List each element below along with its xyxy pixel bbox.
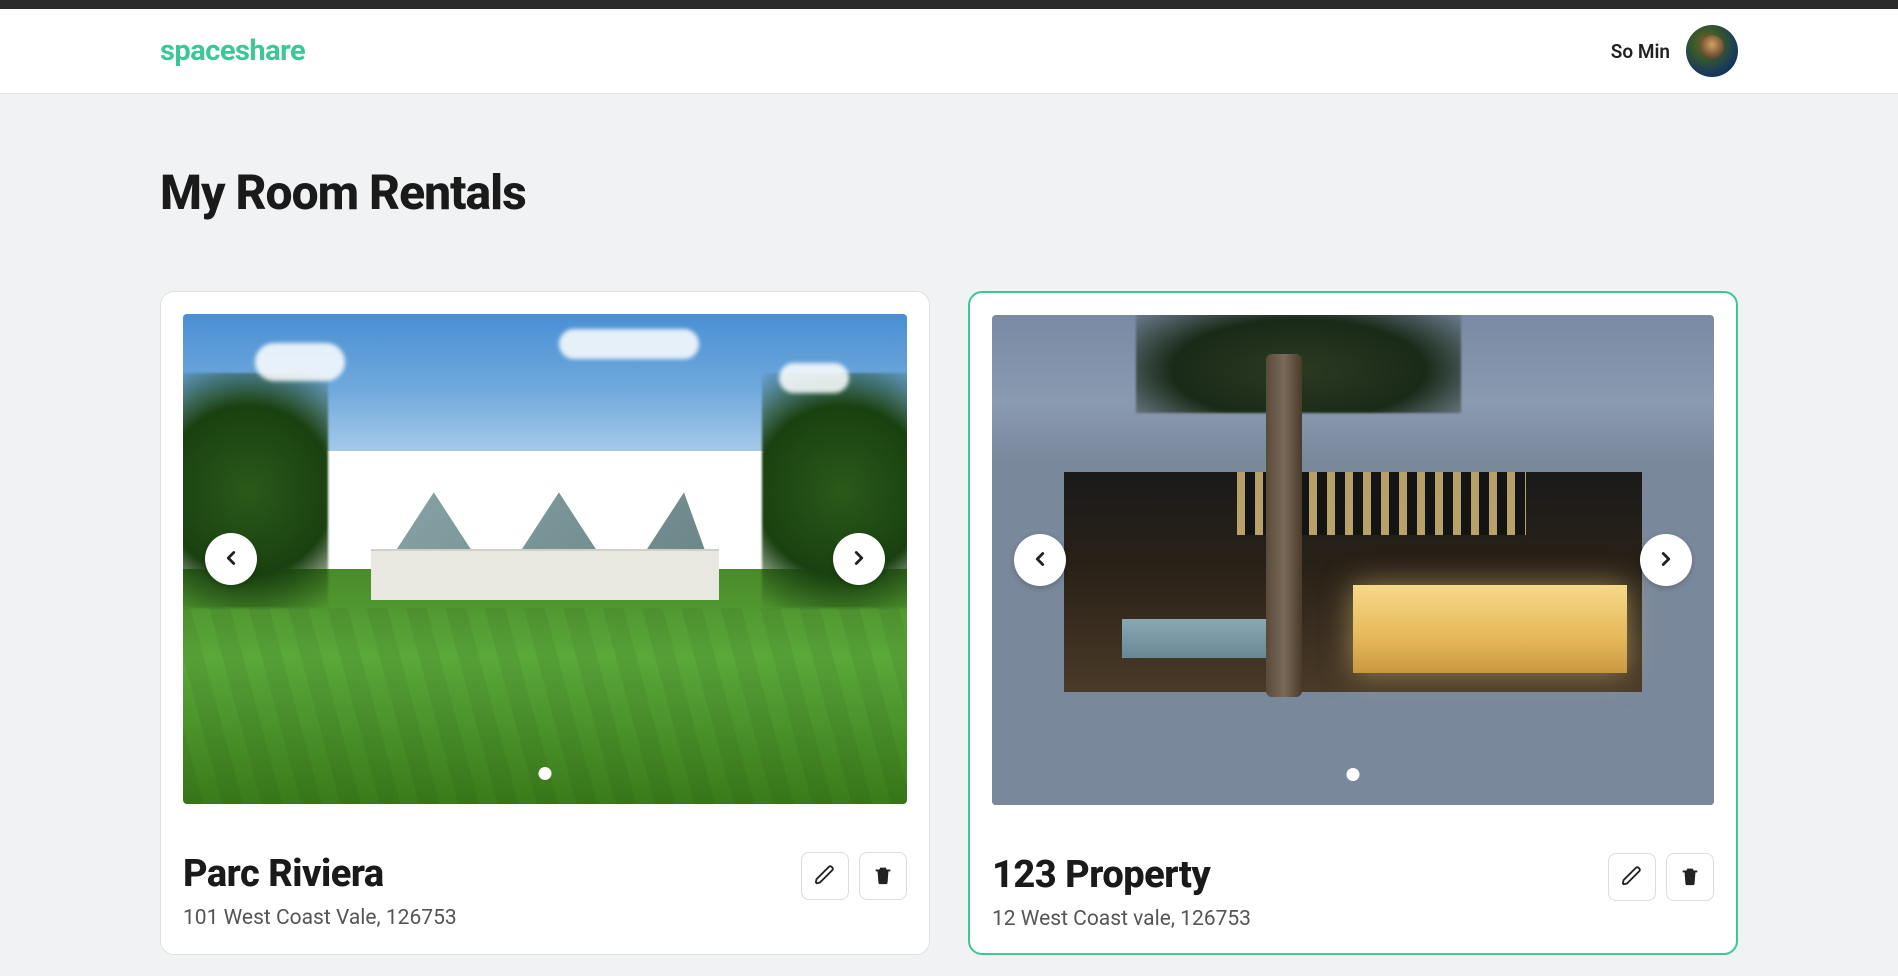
browser-top-bar <box>0 0 1898 9</box>
main-content: My Room Rentals <box>0 94 1898 955</box>
trash-icon <box>1679 865 1701 890</box>
listing-image <box>183 314 907 804</box>
chevron-left-icon <box>1029 548 1051 573</box>
carousel-indicator-dot[interactable] <box>1346 768 1359 781</box>
listing-card: 123 Property 12 West Coast vale, 126753 <box>968 291 1738 955</box>
listing-image <box>992 315 1714 805</box>
listing-info: 123 Property 12 West Coast vale, 126753 <box>992 853 1251 931</box>
chevron-right-icon <box>848 547 870 572</box>
delete-button[interactable] <box>1666 853 1714 901</box>
edit-button[interactable] <box>1608 853 1656 901</box>
chevron-left-icon <box>220 547 242 572</box>
user-menu[interactable]: So Min <box>1611 25 1738 77</box>
edit-button[interactable] <box>801 852 849 900</box>
listing-image-carousel <box>183 314 907 804</box>
trash-icon <box>872 864 894 889</box>
listing-actions <box>1608 853 1714 901</box>
page-title: My Room Rentals <box>160 164 1738 221</box>
listing-address: 101 West Coast Vale, 126753 <box>183 906 457 930</box>
listing-actions <box>801 852 907 900</box>
listing-address: 12 West Coast vale, 126753 <box>992 907 1251 931</box>
listing-title: Parc Riviera <box>183 852 457 896</box>
site-header: spaceshare So Min <box>0 9 1898 94</box>
pencil-icon <box>1621 865 1643 890</box>
chevron-right-icon <box>1655 548 1677 573</box>
carousel-prev-button[interactable] <box>1014 534 1066 586</box>
listing-card: Parc Riviera 101 West Coast Vale, 126753 <box>160 291 930 955</box>
brand-logo[interactable]: spaceshare <box>160 34 305 68</box>
listings-grid: Parc Riviera 101 West Coast Vale, 126753 <box>160 291 1738 955</box>
pencil-icon <box>814 864 836 889</box>
carousel-indicator-dot[interactable] <box>538 767 551 780</box>
carousel-prev-button[interactable] <box>205 533 257 585</box>
carousel-next-button[interactable] <box>833 533 885 585</box>
listing-image-carousel <box>992 315 1714 805</box>
delete-button[interactable] <box>859 852 907 900</box>
avatar[interactable] <box>1686 25 1738 77</box>
listing-title: 123 Property <box>992 853 1251 897</box>
listing-info: Parc Riviera 101 West Coast Vale, 126753 <box>183 852 457 930</box>
user-display-name: So Min <box>1611 40 1670 63</box>
carousel-next-button[interactable] <box>1640 534 1692 586</box>
